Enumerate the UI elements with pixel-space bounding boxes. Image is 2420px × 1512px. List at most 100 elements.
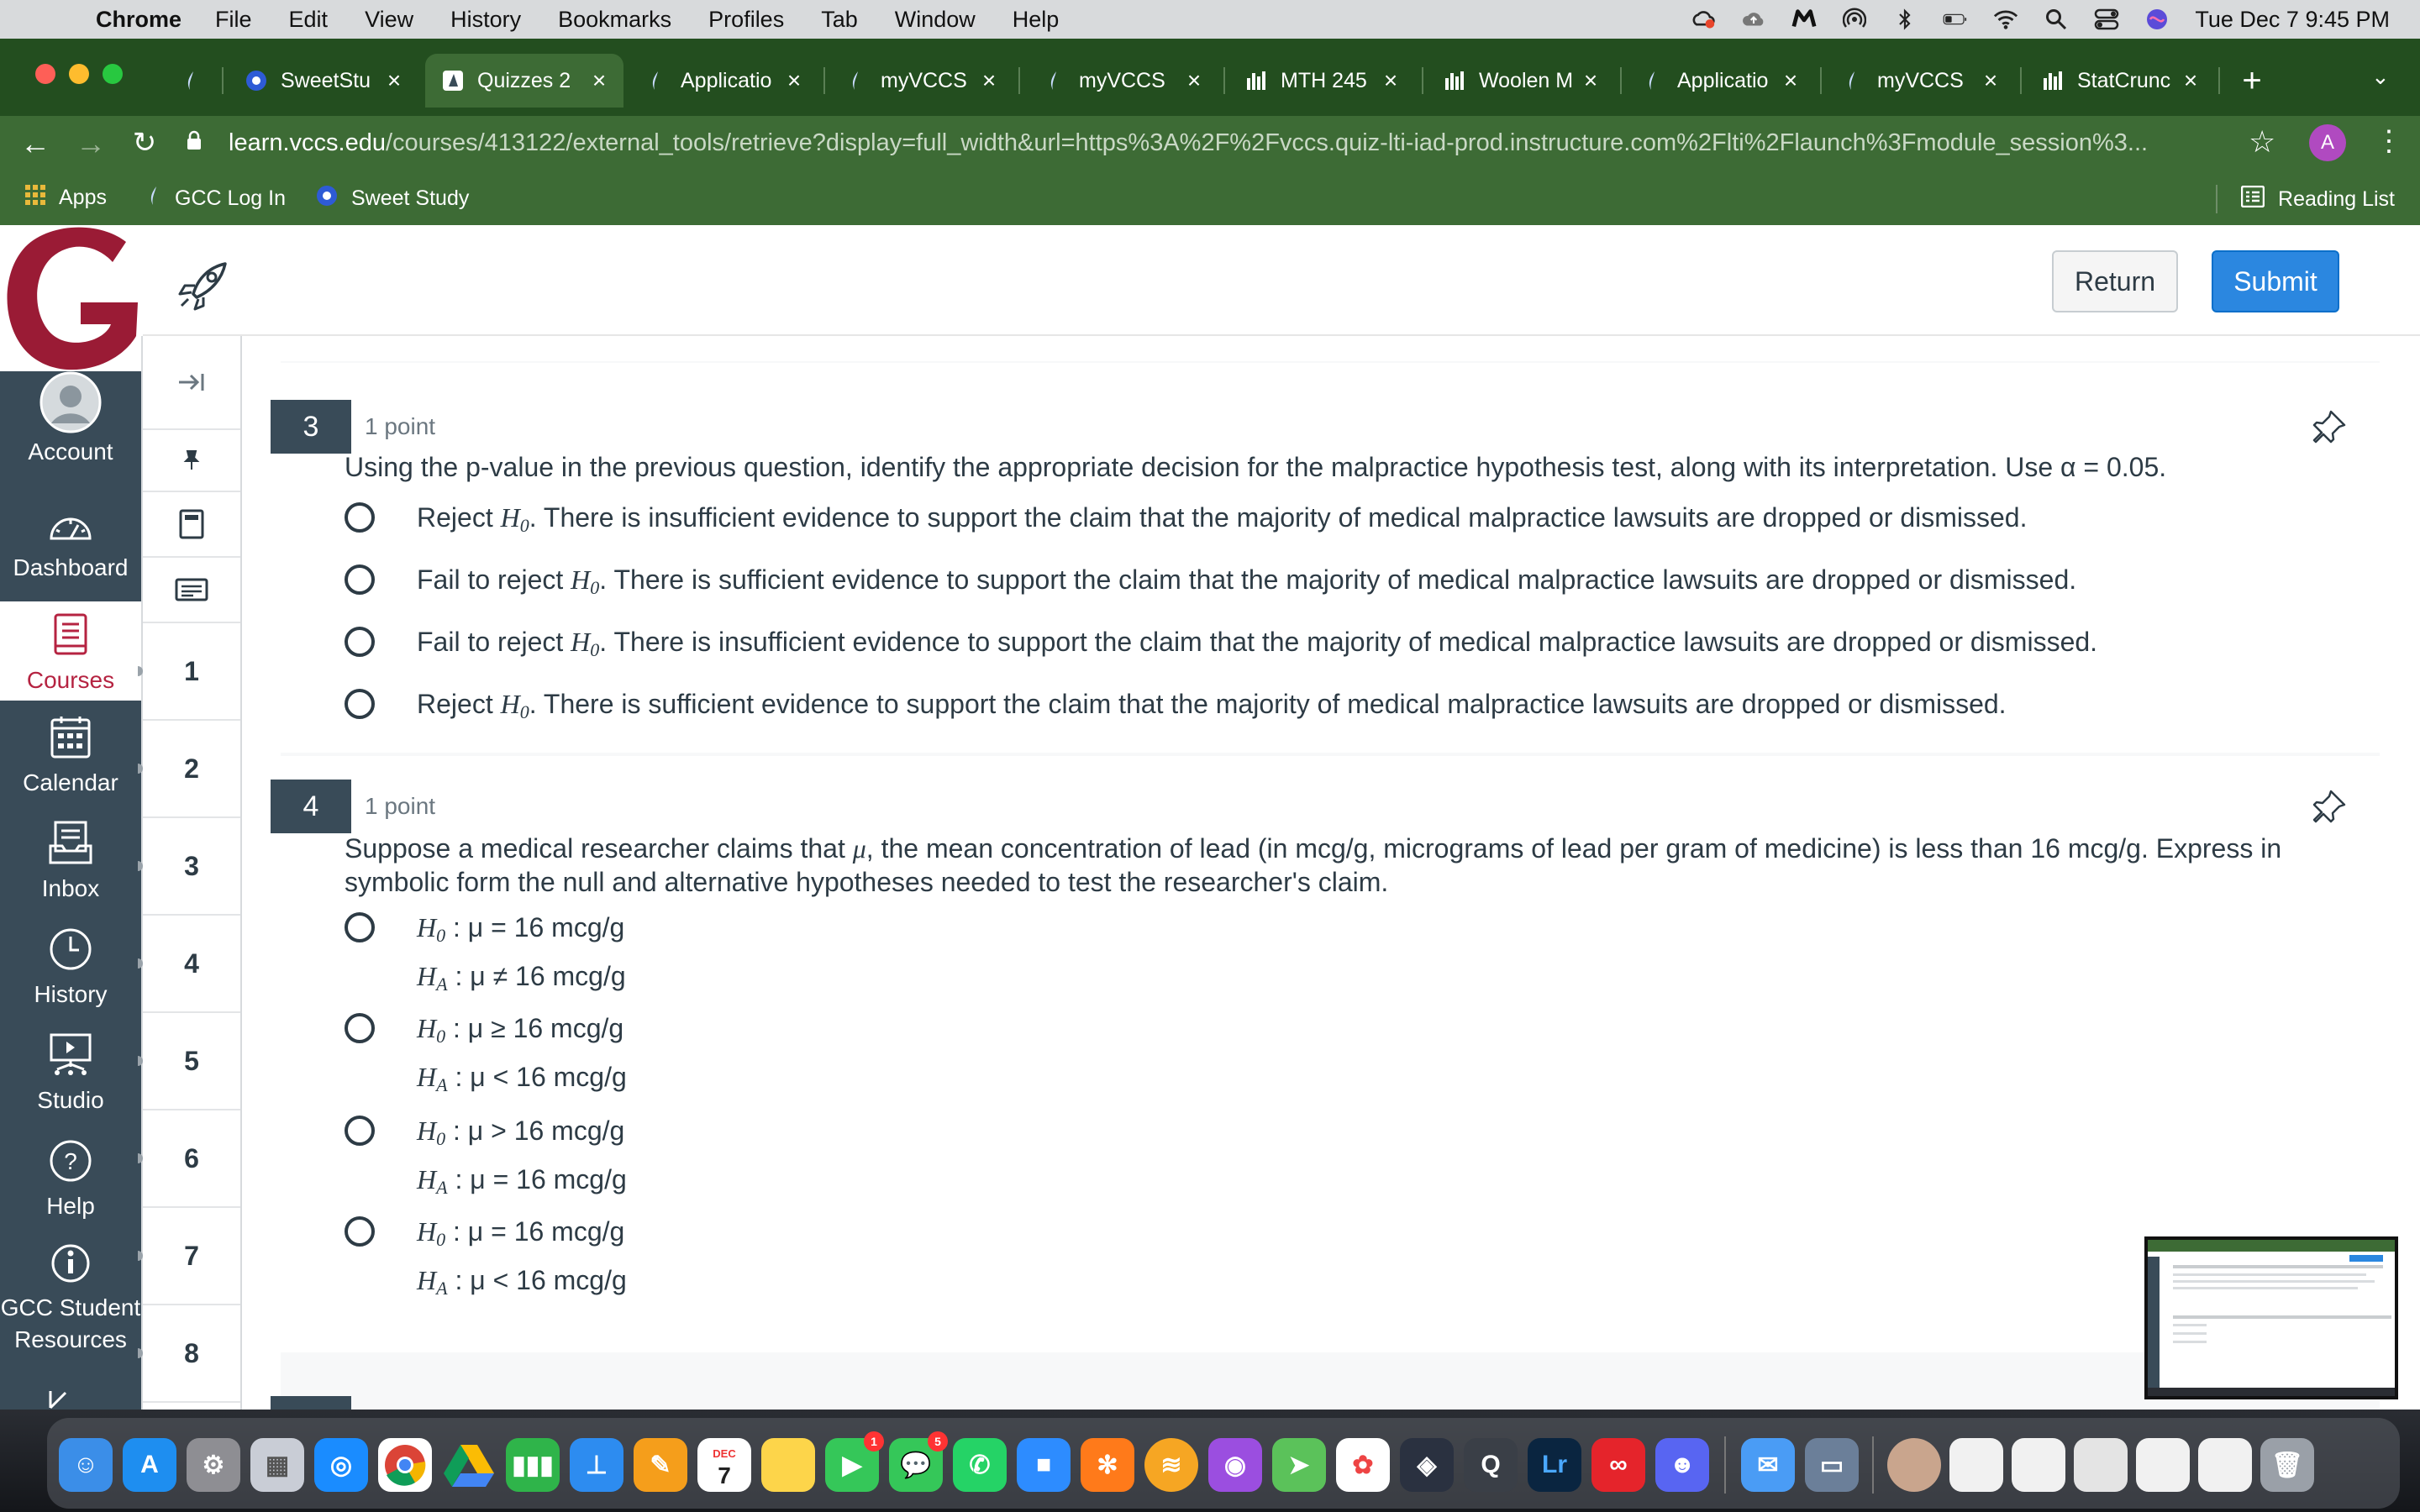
quiz-nav-question-3[interactable]: 3: [138, 818, 240, 916]
browser-tab-quizzes-active[interactable]: Quizzes 2 ×: [425, 54, 623, 108]
answer-option-4b[interactable]: H0 : μ ≥ 16 mcg/g HA : μ < 16 mcg/g: [345, 1008, 627, 1105]
recent-document-thumbnail-icon[interactable]: [1949, 1438, 2003, 1492]
creative-cloud-app-icon[interactable]: ∞: [1591, 1438, 1645, 1492]
close-tab-icon[interactable]: ×: [1978, 67, 2003, 94]
browser-tab-statcrunch[interactable]: StatCrunc ×: [2025, 54, 2215, 108]
nav-history[interactable]: History: [0, 922, 141, 1015]
bookmark-star-icon[interactable]: ☆: [2249, 124, 2275, 160]
cloud-upload-icon[interactable]: [1741, 8, 1766, 30]
screenshot-app-icon[interactable]: ▭: [1805, 1438, 1859, 1492]
calculator-icon[interactable]: [143, 492, 240, 558]
radio-button[interactable]: [345, 627, 375, 657]
address-bar[interactable]: learn.vccs.edu /courses/413122/external_…: [187, 121, 2245, 165]
answer-option-4c[interactable]: H0 : μ > 16 mcg/g HA : μ = 16 mcg/g: [345, 1110, 627, 1208]
trash-icon[interactable]: 🗑: [2260, 1438, 2314, 1492]
chrome-menu-kebab-icon[interactable]: ⋮: [2375, 124, 2403, 158]
calendar-app-icon[interactable]: DEC 7: [697, 1438, 751, 1492]
radio-button[interactable]: [345, 502, 375, 533]
quiz-nav-question-5[interactable]: 5: [138, 1013, 240, 1110]
menu-help[interactable]: Help: [1013, 7, 1060, 33]
browser-tab-sweetstudy[interactable]: SweetStu ×: [229, 54, 418, 108]
forward-arrow-icon[interactable]: →: [74, 126, 108, 161]
tab-search-chevron-icon[interactable]: ⌄: [2371, 64, 2390, 90]
recent-document-thumbnail-icon[interactable]: [2136, 1438, 2190, 1492]
menu-history[interactable]: History: [450, 7, 521, 33]
close-tab-icon[interactable]: ×: [1778, 67, 1803, 94]
nav-studio[interactable]: Studio: [0, 1028, 141, 1121]
rocket-icon[interactable]: [176, 260, 230, 311]
quicktime-icon[interactable]: Q: [1464, 1438, 1518, 1492]
nav-account[interactable]: Account: [0, 371, 141, 472]
close-tab-icon[interactable]: ×: [2178, 67, 2203, 94]
quiz-nav-question-7[interactable]: 7: [138, 1208, 240, 1305]
browser-tab-application-2[interactable]: Applicatio ×: [1625, 54, 1815, 108]
mail-icon[interactable]: ✉: [1741, 1438, 1795, 1492]
recent-document-thumbnail-icon[interactable]: [1887, 1438, 1941, 1492]
profile-avatar[interactable]: A: [2309, 124, 2346, 161]
creative-cloud-icon[interactable]: [1691, 8, 1716, 30]
quiz-nav-question-6[interactable]: 6: [138, 1110, 240, 1208]
answer-option-4a[interactable]: H0 : μ = 16 mcg/g HA : μ ≠ 16 mcg/g: [345, 907, 626, 1005]
collapse-nav-arrow-icon[interactable]: [44, 1389, 69, 1410]
lightroom-icon[interactable]: Lr: [1528, 1438, 1581, 1492]
window-minimize-button[interactable]: [69, 64, 89, 84]
pin-question-icon[interactable]: [2311, 408, 2348, 445]
close-tab-icon[interactable]: ×: [587, 67, 612, 94]
notes-list-icon[interactable]: [143, 558, 240, 623]
nav-gcc-student-resources[interactable]: GCC Student Resources: [0, 1240, 141, 1366]
return-button[interactable]: Return: [2052, 250, 2178, 312]
quiz-nav-question-4[interactable]: 4: [138, 916, 240, 1013]
collapse-sidebar-icon[interactable]: [143, 336, 240, 430]
pages-icon[interactable]: ✎: [634, 1438, 687, 1492]
nav-inbox[interactable]: Inbox: [0, 816, 141, 909]
launchpad-icon[interactable]: ▦: [250, 1438, 304, 1492]
menu-tab[interactable]: Tab: [821, 7, 858, 33]
answer-option-3a[interactable]: Reject H0. There is insufficient evidenc…: [345, 502, 2027, 537]
menu-edit[interactable]: Edit: [289, 7, 329, 33]
facetime-icon[interactable]: ▶ 1: [825, 1431, 884, 1492]
new-tab-plus-icon[interactable]: +: [2235, 62, 2269, 100]
radio-button[interactable]: [345, 1013, 375, 1043]
chrome-icon[interactable]: [378, 1438, 432, 1492]
nav-help[interactable]: ? Help: [0, 1134, 141, 1226]
browser-tab-vccs-pinned[interactable]: [165, 54, 215, 108]
reading-list-button[interactable]: Reading List: [2216, 185, 2395, 213]
menu-clock[interactable]: Tue Dec 7 9:45 PM: [2195, 7, 2390, 33]
answer-option-3b[interactable]: Fail to reject H0. There is sufficient e…: [345, 564, 2076, 599]
snowflake-app-icon[interactable]: ✻: [1081, 1438, 1134, 1492]
menu-app-name[interactable]: Chrome: [96, 7, 182, 33]
keynote-icon[interactable]: ⊥: [570, 1438, 623, 1492]
answer-option-4d[interactable]: H0 : μ = 16 mcg/g HA : μ < 16 mcg/g: [345, 1211, 627, 1309]
maps-icon[interactable]: ➤: [1272, 1438, 1326, 1492]
pin-question-icon[interactable]: [2311, 788, 2348, 825]
bookmark-apps[interactable]: Apps: [25, 185, 107, 211]
radio-button[interactable]: [345, 689, 375, 719]
nav-calendar[interactable]: Calendar: [0, 711, 141, 803]
gcc-logo[interactable]: [0, 225, 143, 372]
app-store-icon[interactable]: A: [123, 1438, 176, 1492]
control-center-icon[interactable]: [2094, 8, 2119, 30]
photos-icon[interactable]: ✿: [1336, 1438, 1390, 1492]
browser-tab-application-1[interactable]: Applicatio ×: [629, 54, 818, 108]
browser-tab-myvccs-1[interactable]: myVCCS ×: [829, 54, 1013, 108]
answer-option-3c[interactable]: Fail to reject H0. There is insufficient…: [345, 627, 2097, 661]
notes-icon[interactable]: [761, 1438, 815, 1492]
finder-icon[interactable]: ☺: [59, 1438, 113, 1492]
airdrop-icon[interactable]: [1842, 8, 1867, 30]
browser-tab-mth245[interactable]: MTH 245 ×: [1228, 54, 1415, 108]
numbers-icon[interactable]: ▮▮▮: [506, 1438, 560, 1492]
bluetooth-icon[interactable]: [1892, 8, 1918, 30]
answer-option-3d[interactable]: Reject H0. There is sufficient evidence …: [345, 689, 2007, 723]
system-preferences-icon[interactable]: ⚙: [187, 1438, 240, 1492]
pin-filter-icon[interactable]: [143, 430, 240, 492]
submit-button[interactable]: Submit: [2212, 250, 2339, 312]
radio-button[interactable]: [345, 1116, 375, 1146]
browser-tab-woolen[interactable]: Woolen M ×: [1427, 54, 1615, 108]
menu-view[interactable]: View: [365, 7, 413, 33]
close-tab-icon[interactable]: ×: [381, 67, 407, 94]
malwarebytes-icon[interactable]: [1791, 8, 1817, 30]
menu-profiles[interactable]: Profiles: [708, 7, 784, 33]
close-tab-icon[interactable]: ×: [1578, 67, 1603, 94]
layers-app-icon[interactable]: ◈: [1400, 1438, 1454, 1492]
recent-document-thumbnail-icon[interactable]: [2012, 1438, 2065, 1492]
